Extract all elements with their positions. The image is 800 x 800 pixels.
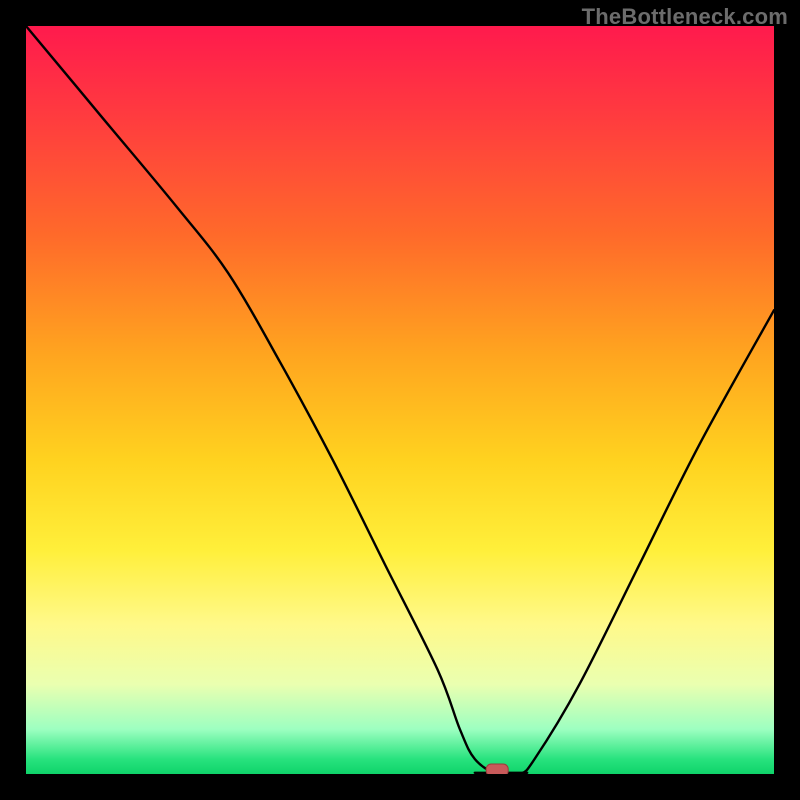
chart-frame: TheBottleneck.com xyxy=(0,0,800,800)
bottleneck-curve xyxy=(26,26,774,774)
watermark-text: TheBottleneck.com xyxy=(582,4,788,30)
curve-svg xyxy=(26,26,774,774)
optimal-marker xyxy=(486,764,508,774)
plot-area xyxy=(26,26,774,774)
